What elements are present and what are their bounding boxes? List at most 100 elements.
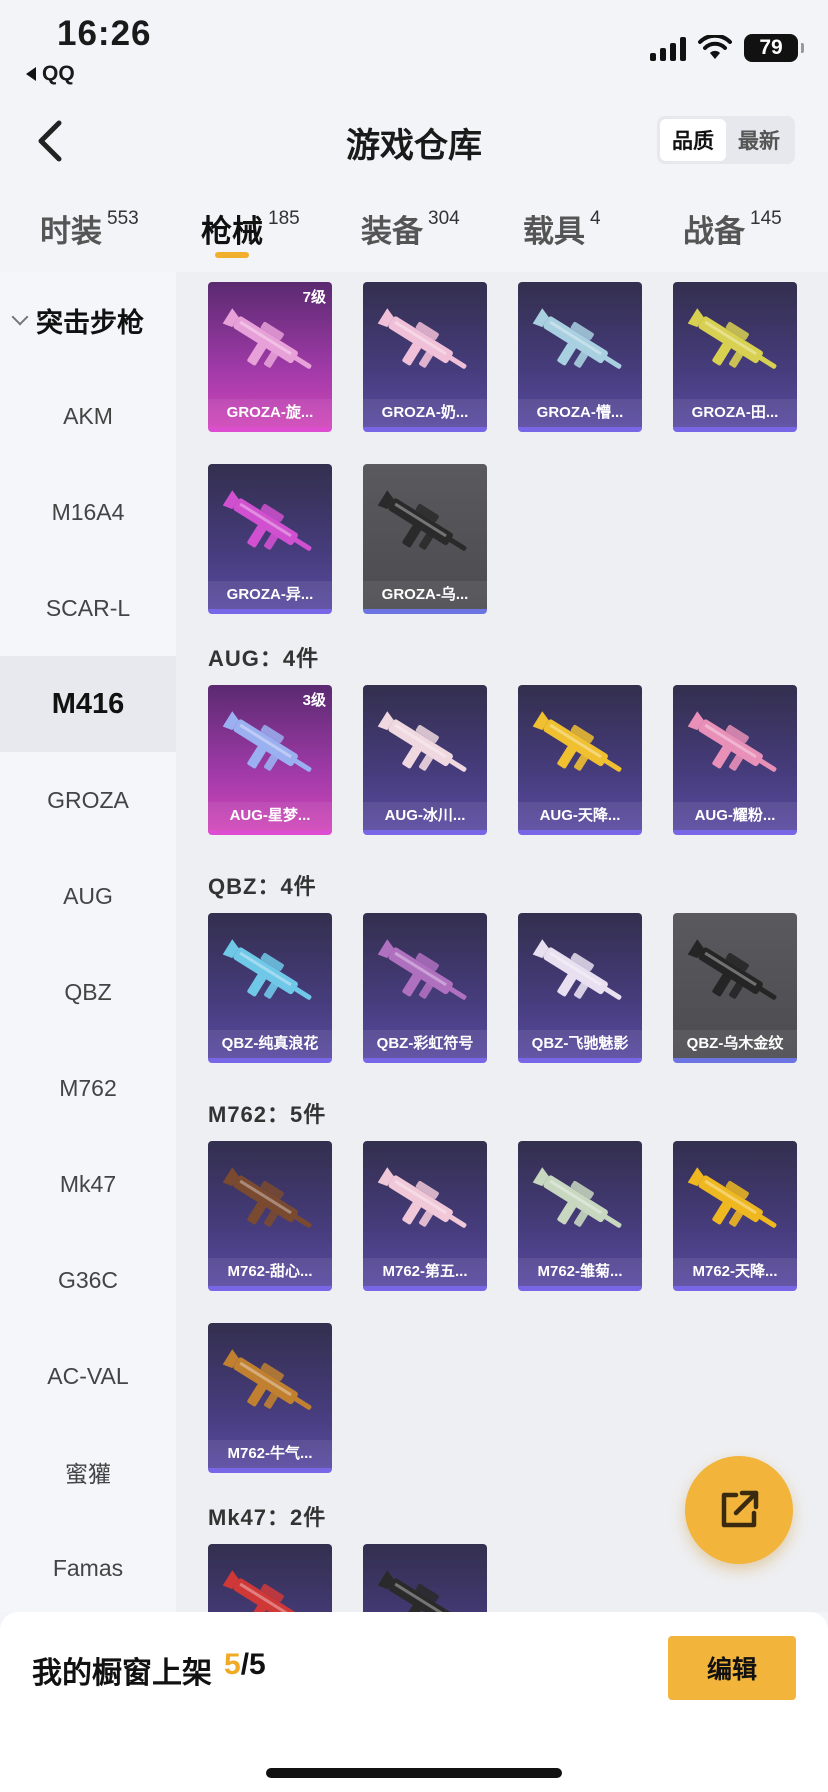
sidebar-item-akm[interactable]: AKM: [0, 368, 176, 464]
skin-card[interactable]: AUG-冰川...: [363, 685, 487, 835]
tab-label: 战备: [683, 214, 745, 249]
sidebar-item-m762[interactable]: M762: [0, 1040, 176, 1136]
showcase-used-count: 5: [224, 1648, 241, 1681]
tab-fashion[interactable]: 时装 553: [40, 206, 139, 251]
sidebar-item-honey-badger[interactable]: 蜜獾: [0, 1424, 176, 1520]
sidebar-item-ac-val[interactable]: AC-VAL: [0, 1328, 176, 1424]
status-bar: 16:26 QQ 79: [0, 0, 828, 96]
rifle-skin-icon: [377, 939, 467, 1000]
skin-name: M762-牛气...: [208, 1440, 332, 1468]
tab-supplies[interactable]: 战备 145: [683, 206, 782, 251]
wifi-icon: [698, 35, 732, 59]
skin-card[interactable]: [363, 1544, 487, 1612]
skin-card[interactable]: GROZA-懵...: [518, 282, 642, 432]
skin-card[interactable]: GROZA-田...: [673, 282, 797, 432]
sort-quality-button[interactable]: 品质: [660, 119, 726, 161]
skin-card[interactable]: QBZ-彩虹符号: [363, 913, 487, 1063]
skin-card[interactable]: M762-雏菊...: [518, 1141, 642, 1291]
skin-name: AUG-天降...: [518, 802, 642, 830]
sidebar-item-m416[interactable]: M416: [0, 656, 176, 752]
rifle-skin-icon: [532, 711, 622, 772]
rifle-skin-icon: [687, 939, 777, 1000]
skin-name: QBZ-飞驰魅影: [518, 1030, 642, 1058]
skin-card[interactable]: 3级 AUG-星梦...: [208, 685, 332, 835]
tab-count: 145: [750, 208, 782, 229]
tab-count: 4: [590, 208, 601, 229]
rifle-skin-icon: [377, 711, 467, 772]
sidebar-item-g36c[interactable]: G36C: [0, 1232, 176, 1328]
skin-name: AUG-冰川...: [363, 802, 487, 830]
home-indicator: [266, 1768, 562, 1778]
skin-name: M762-甜心...: [208, 1258, 332, 1286]
skin-card[interactable]: 7级 GROZA-旋...: [208, 282, 332, 432]
share-external-icon: [721, 1490, 759, 1528]
skin-name: M762-雏菊...: [518, 1258, 642, 1286]
active-tab-indicator: [215, 252, 249, 258]
tab-count: 185: [268, 208, 300, 229]
edit-button[interactable]: 编辑: [668, 1636, 796, 1700]
rifle-skin-icon: [222, 308, 312, 369]
sidebar-item-scar-l[interactable]: SCAR-L: [0, 560, 176, 656]
showcase-label: 我的橱窗上架: [32, 1657, 212, 1690]
skin-name: QBZ-纯真浪花: [208, 1030, 332, 1058]
sidebar-item-aug[interactable]: AUG: [0, 848, 176, 944]
back-triangle-icon: [26, 67, 36, 81]
sidebar-item-groza[interactable]: GROZA: [0, 752, 176, 848]
sort-newest-button[interactable]: 最新: [726, 119, 792, 161]
section-header: AUG：4件: [208, 646, 320, 671]
tab-label: 枪械: [201, 214, 263, 249]
skin-card[interactable]: GROZA-异...: [208, 464, 332, 614]
rifle-skin-icon: [222, 1167, 312, 1228]
sort-toggle: 品质 最新: [657, 116, 795, 164]
rifle-skin-icon: [377, 1167, 467, 1228]
skin-card[interactable]: M762-第五...: [363, 1141, 487, 1291]
rifle-skin-icon: [222, 939, 312, 1000]
skin-name: GROZA-奶...: [363, 399, 487, 427]
skin-card[interactable]: GROZA-奶...: [363, 282, 487, 432]
skin-card[interactable]: AUG-耀粉...: [673, 685, 797, 835]
share-button[interactable]: [685, 1456, 793, 1564]
skin-card[interactable]: QBZ-乌木金纹: [673, 913, 797, 1063]
back-to-app[interactable]: QQ: [26, 62, 75, 86]
nav-header: 游戏仓库 品质 最新: [0, 96, 828, 184]
tab-firearms[interactable]: 枪械 185: [201, 206, 300, 251]
skin-card[interactable]: M762-甜心...: [208, 1141, 332, 1291]
sidebar-item-m16a4[interactable]: M16A4: [0, 464, 176, 560]
tab-label: 装备: [361, 214, 423, 249]
skin-card[interactable]: GROZA-乌...: [363, 464, 487, 614]
sidebar-item-qbz[interactable]: QBZ: [0, 944, 176, 1040]
tab-vehicles[interactable]: 载具 4: [523, 206, 601, 251]
skin-card[interactable]: M762-牛气...: [208, 1323, 332, 1473]
rifle-skin-icon: [532, 939, 622, 1000]
rifle-skin-icon: [222, 1570, 298, 1612]
tab-count: 304: [428, 208, 460, 229]
back-app-label: QQ: [42, 62, 75, 85]
skin-card[interactable]: QBZ-飞驰魅影: [518, 913, 642, 1063]
rifle-skin-icon: [687, 711, 777, 772]
sidebar-item-famas[interactable]: Famas: [0, 1520, 176, 1616]
status-time: 16:26: [57, 14, 152, 53]
tab-equipment[interactable]: 装备 304: [361, 206, 460, 251]
section-header: Mk47：2件: [208, 1505, 327, 1530]
sidebar-item-mk47[interactable]: Mk47: [0, 1136, 176, 1232]
skin-card[interactable]: QBZ-纯真浪花: [208, 913, 332, 1063]
showcase-status: 我的橱窗上架 5 /5: [32, 1648, 266, 1692]
skin-name: GROZA-旋...: [208, 399, 332, 427]
skin-name: QBZ-彩虹符号: [363, 1030, 487, 1058]
skin-card[interactable]: [208, 1544, 332, 1612]
chevron-down-icon: [11, 308, 29, 326]
skin-card[interactable]: M762-天降...: [673, 1141, 797, 1291]
skin-card[interactable]: AUG-天降...: [518, 685, 642, 835]
skin-name: GROZA-乌...: [363, 581, 487, 609]
rifle-skin-icon: [532, 1167, 622, 1228]
tab-count: 553: [107, 208, 139, 229]
rifle-skin-icon: [377, 308, 467, 369]
category-tabs: 时装 553 枪械 185 装备 304 载具 4 战备 145: [0, 196, 828, 268]
skin-grid[interactable]: GROZA：6件7级GROZA-旋...GROZA-奶...GROZA-懵...…: [176, 272, 828, 1612]
battery-icon: 79: [744, 34, 804, 62]
skin-name: GROZA-田...: [673, 399, 797, 427]
showcase-bar: 我的橱窗上架 5 /5 编辑: [0, 1612, 828, 1792]
skin-name: M762-天降...: [673, 1258, 797, 1286]
skin-name: AUG-星梦...: [208, 802, 332, 830]
sidebar-group-assault-rifles[interactable]: 突击步枪: [0, 272, 176, 368]
